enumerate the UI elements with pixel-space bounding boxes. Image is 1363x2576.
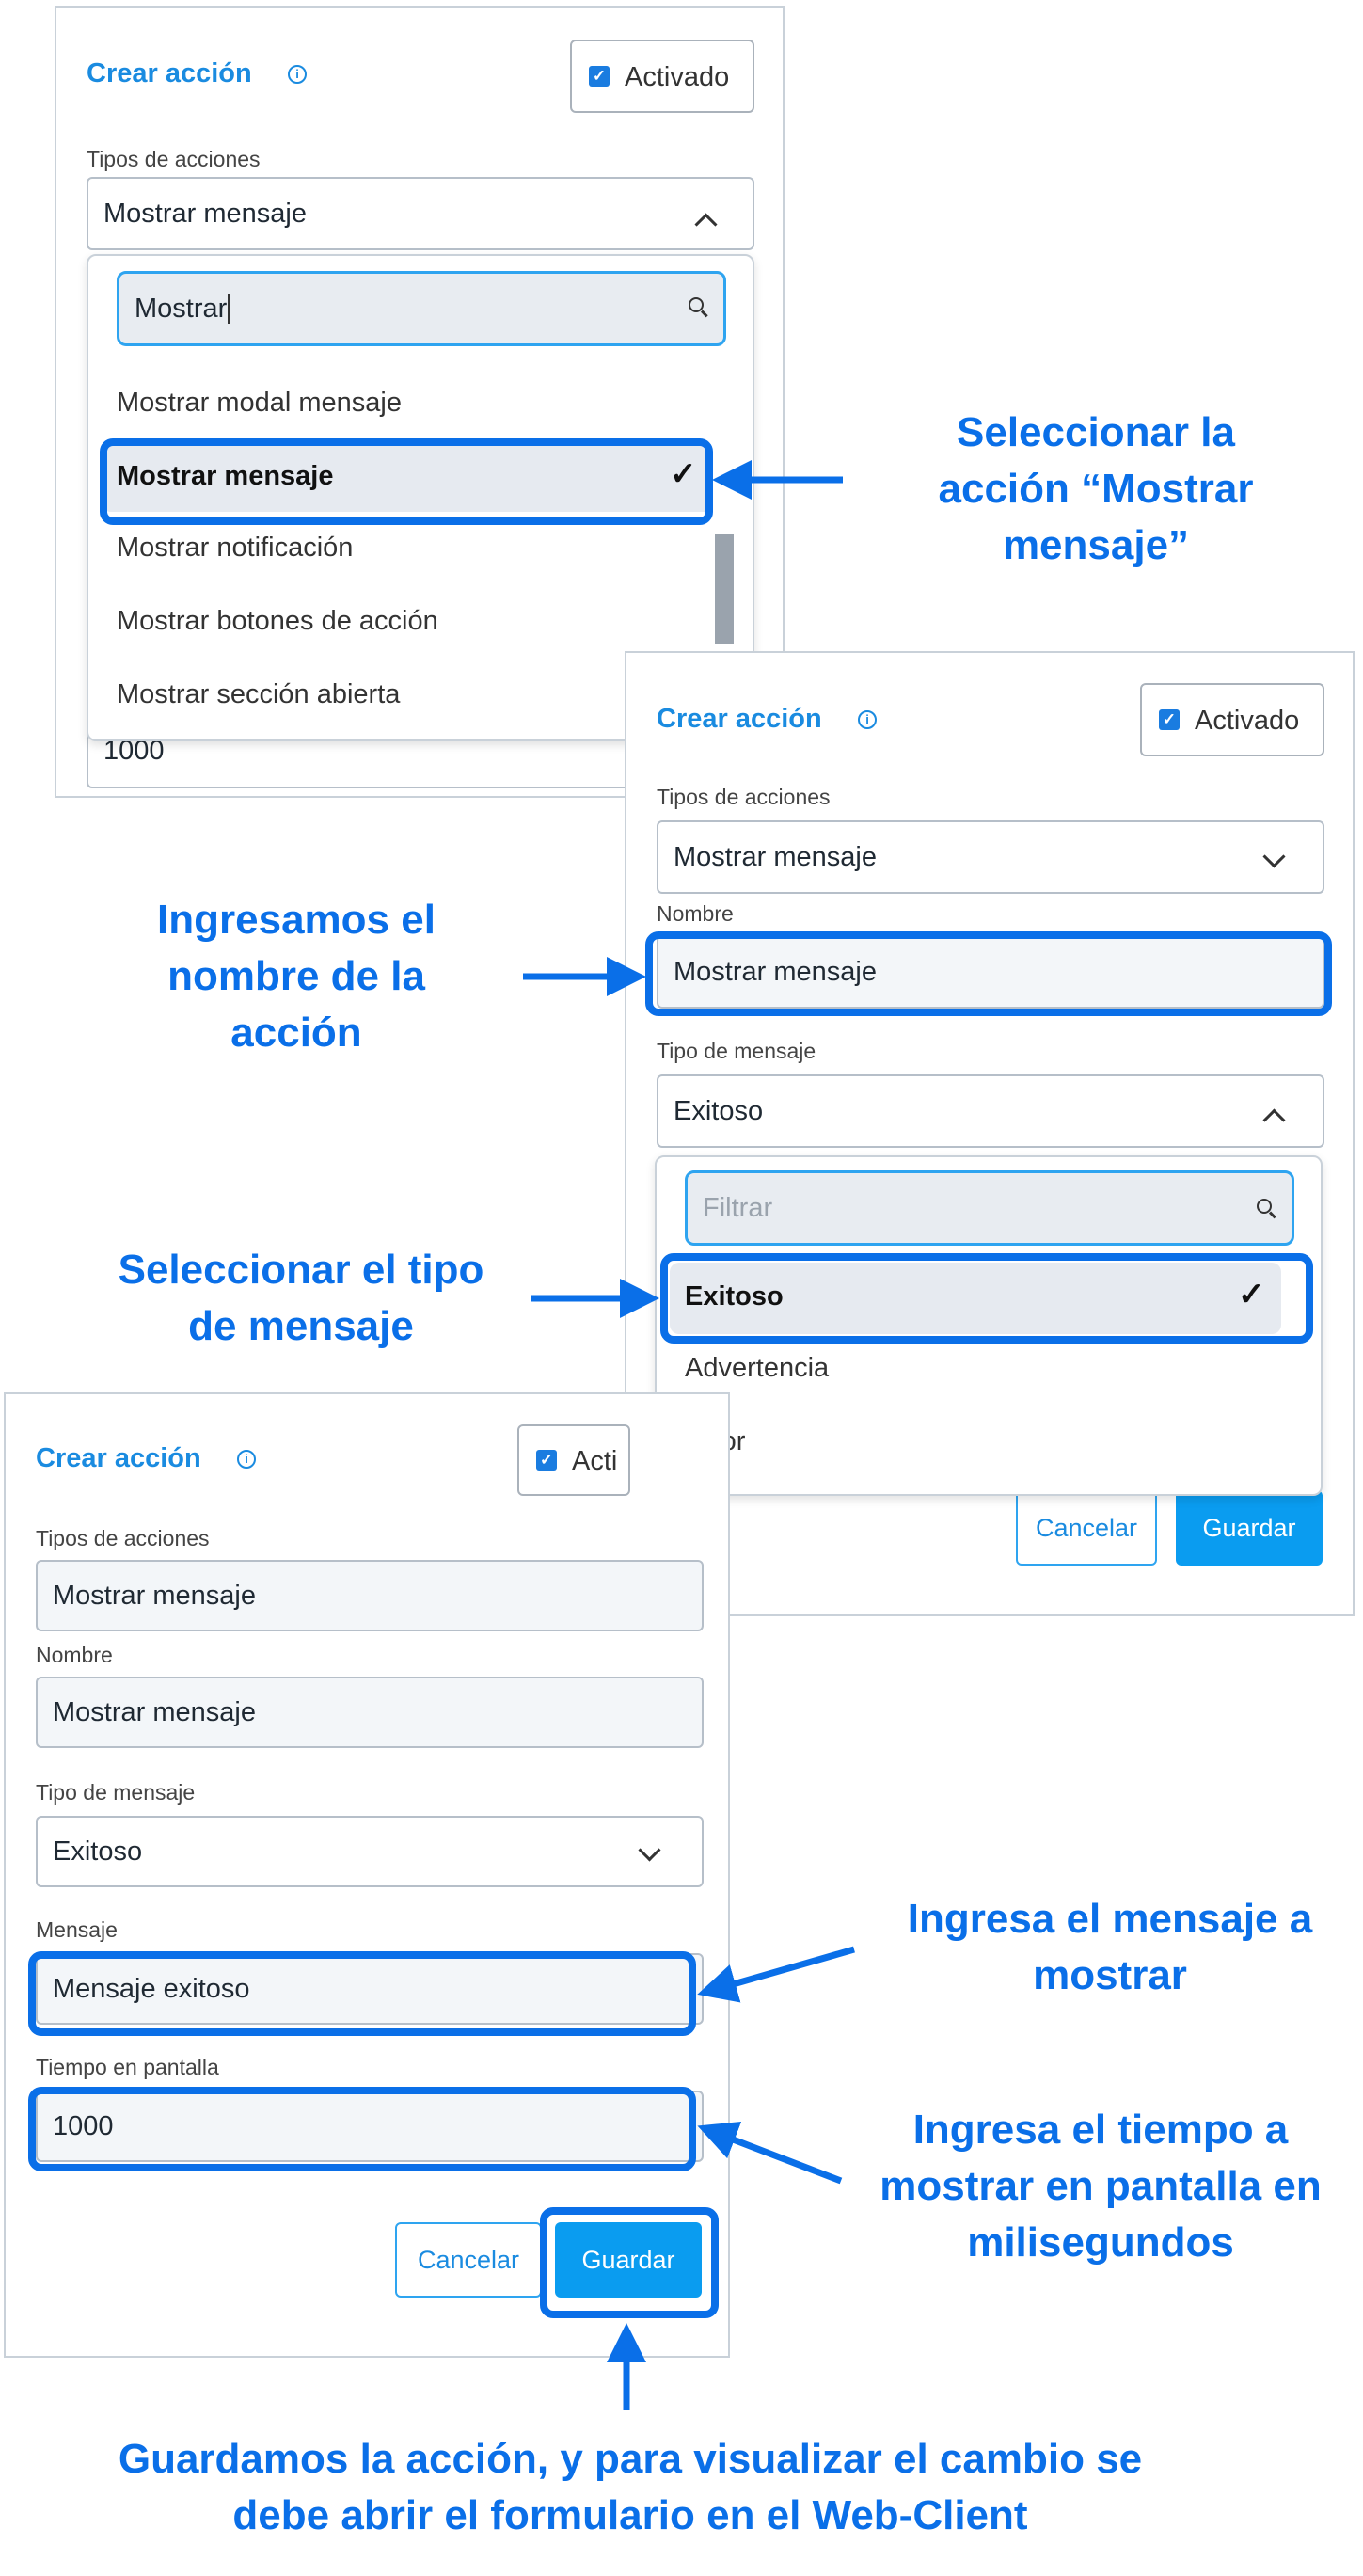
arrow-enter-message <box>697 1946 855 2003</box>
arrow-enter-time <box>697 2121 843 2185</box>
annotation-arrows <box>523 460 855 2410</box>
